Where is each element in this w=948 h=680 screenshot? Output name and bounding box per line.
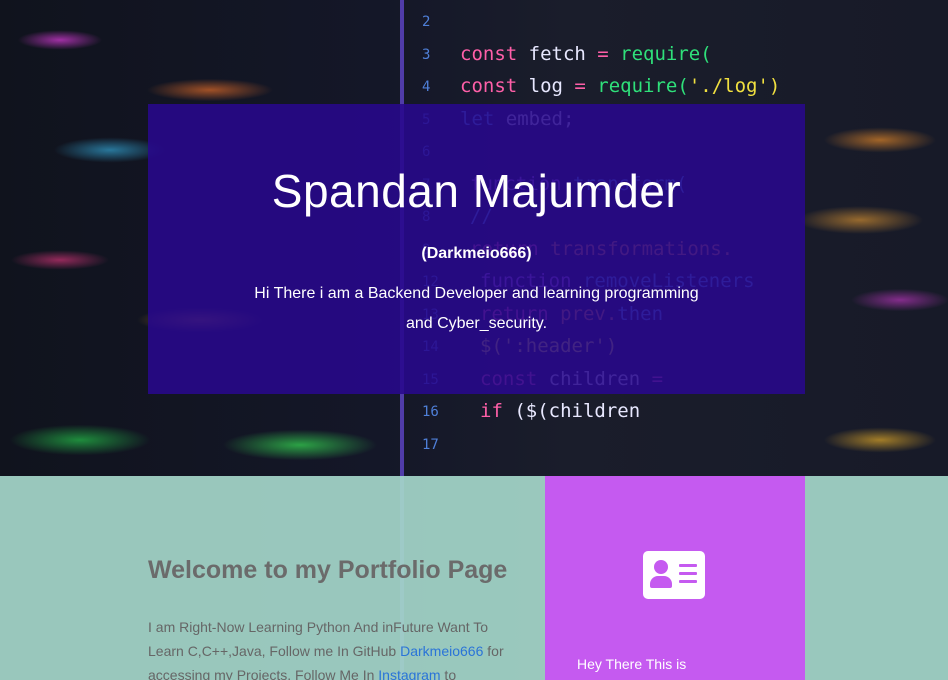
code-line-number: 2 [422,14,431,30]
hero-description: Hi There i am a Backend Developer and le… [254,285,699,332]
profile-card: Hey There This is [545,476,805,680]
welcome-title: Welcome to my Portfolio Page [148,556,508,584]
id-card-icon [643,551,705,599]
github-link[interactable]: Darkmeio666 [400,643,483,659]
welcome-text-part-3: to [440,667,457,680]
hero-title: Spandan Majumder [271,165,682,217]
code-line: const fetch = require( [460,42,712,65]
code-line: if ($(children [480,400,641,422]
code-line: const log = require('./log') [460,75,781,97]
welcome-text: I am Right-Now Learning Python And inFut… [148,615,508,680]
code-line-number: 17 [422,436,439,453]
code-line-number: 16 [422,404,439,420]
hero-handle: (Darkmeio666) [421,245,532,262]
hero-card: Spandan Majumder (Darkmeio666) Hi There … [148,104,805,394]
code-line-number: 3 [422,46,431,63]
instagram-link[interactable]: Instagram [378,667,440,680]
card-text: Hey There This is [577,656,687,672]
code-line-number: 4 [422,79,431,95]
